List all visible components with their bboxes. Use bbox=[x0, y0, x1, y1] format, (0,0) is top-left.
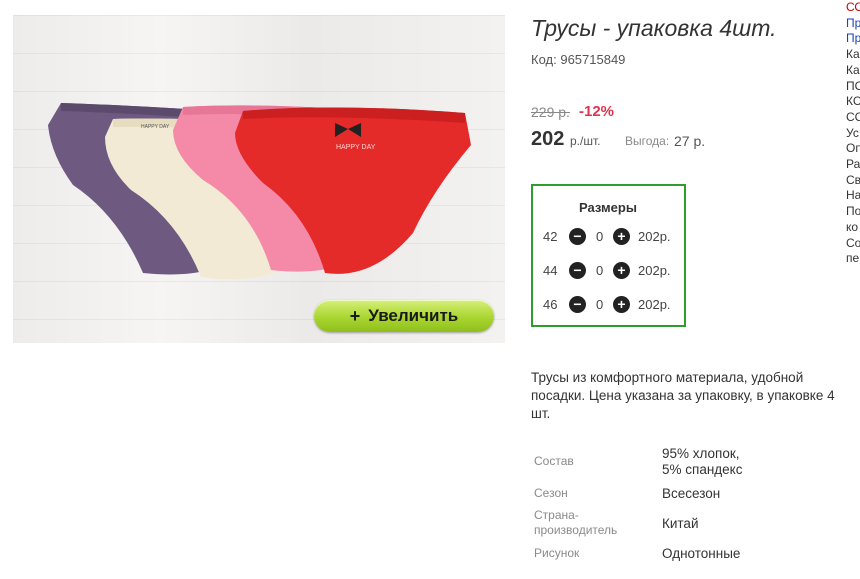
size-label: 44 bbox=[543, 263, 558, 278]
discount-badge: -12% bbox=[579, 103, 615, 120]
sidebar-item[interactable]: Оп bbox=[846, 141, 860, 157]
spec-value-season: Всесезон bbox=[662, 486, 721, 501]
sizes-selector: Размеры 42 − 0 + 202р. 44 − 0 + 202р. 46… bbox=[531, 184, 686, 327]
decrease-quantity-button[interactable]: − bbox=[569, 228, 586, 245]
size-price: 202р. bbox=[638, 263, 671, 278]
spec-label-composition: Состав bbox=[534, 454, 574, 468]
benefit-value: 27 р. bbox=[674, 133, 706, 149]
sidebar-item[interactable]: КС bbox=[846, 94, 860, 110]
product-code: Код: 965715849 bbox=[531, 52, 625, 67]
sidebar-item[interactable]: ко bbox=[846, 220, 860, 236]
quantity-value: 0 bbox=[596, 263, 604, 278]
spec-label-pattern: Рисунок bbox=[534, 546, 580, 560]
sidebar-item[interactable]: СО bbox=[846, 0, 860, 16]
sidebar-item[interactable]: На bbox=[846, 188, 860, 204]
increase-quantity-button[interactable]: + bbox=[613, 228, 630, 245]
sidebar-item[interactable]: Ра bbox=[846, 157, 860, 173]
quantity-value: 0 bbox=[596, 297, 604, 312]
svg-text:HAPPY DAY: HAPPY DAY bbox=[336, 144, 376, 151]
sizes-title: Размеры bbox=[579, 200, 637, 215]
spec-value-composition-line1: 95% хлопок, bbox=[662, 446, 740, 461]
product-title: Трусы - упаковка 4шт. bbox=[531, 15, 777, 41]
sidebar-item[interactable]: Со bbox=[846, 236, 860, 252]
sidebar-item[interactable]: Ус bbox=[846, 126, 860, 142]
product-code-label: Код: bbox=[531, 52, 557, 67]
sidebar-item[interactable]: Пр bbox=[846, 16, 860, 32]
sidebar-item[interactable]: Св bbox=[846, 173, 860, 189]
increase-quantity-button[interactable]: + bbox=[613, 262, 630, 279]
size-price: 202р. bbox=[638, 297, 671, 312]
sidebar-item[interactable]: Ка bbox=[846, 47, 860, 63]
decrease-quantity-button[interactable]: − bbox=[569, 296, 586, 313]
size-row-46: 46 − 0 + 202р. bbox=[533, 294, 684, 316]
spec-value-composition-line2: 5% спандекс bbox=[662, 462, 743, 477]
size-label: 42 bbox=[543, 229, 558, 244]
product-code-value: 965715849 bbox=[560, 52, 626, 67]
zoom-button[interactable]: + Увеличить bbox=[314, 300, 494, 332]
spec-value-country: Китай bbox=[662, 516, 699, 531]
spec-label-country-line2: производитель bbox=[534, 523, 618, 537]
spec-value-pattern: Однотонные bbox=[662, 546, 741, 561]
spec-label-season: Сезон bbox=[534, 486, 568, 500]
size-row-42: 42 − 0 + 202р. bbox=[533, 226, 684, 248]
zoom-button-label: Увеличить bbox=[368, 306, 459, 325]
increase-quantity-button[interactable]: + bbox=[613, 296, 630, 313]
sidebar-item[interactable]: пе bbox=[846, 251, 860, 267]
benefit-label: Выгода: bbox=[625, 134, 670, 148]
sidebar-item[interactable]: Ка bbox=[846, 63, 860, 79]
product-photo-illustration: HAPPY DAY HAPPY DAY bbox=[48, 103, 471, 280]
old-price: 229 р. bbox=[531, 104, 570, 120]
price-unit: р./шт. bbox=[570, 134, 601, 148]
plus-icon: + bbox=[349, 305, 361, 326]
sidebar-item[interactable]: ПО bbox=[846, 79, 860, 95]
sidebar-item[interactable]: По bbox=[846, 204, 860, 220]
quantity-value: 0 bbox=[596, 229, 604, 244]
current-price: 202 bbox=[531, 128, 565, 150]
size-row-44: 44 − 0 + 202р. bbox=[533, 260, 684, 282]
svg-text:HAPPY DAY: HAPPY DAY bbox=[141, 124, 170, 130]
decrease-quantity-button[interactable]: − bbox=[569, 262, 586, 279]
product-description: Трусы из комфортного материала, удобной … bbox=[531, 370, 835, 421]
spec-label-country-line1: Страна- bbox=[534, 508, 579, 522]
sidebar-item[interactable]: Пр bbox=[846, 31, 860, 47]
size-label: 46 bbox=[543, 297, 558, 312]
sidebar-item[interactable]: СС bbox=[846, 110, 860, 126]
right-sidebar-menu: СО Пр Пр Ка Ка ПО КС СС Ус Оп Ра Св На П… bbox=[846, 0, 860, 267]
size-price: 202р. bbox=[638, 229, 671, 244]
product-image[interactable]: HAPPY DAY HAPPY DAY + Увеличить bbox=[13, 15, 505, 343]
